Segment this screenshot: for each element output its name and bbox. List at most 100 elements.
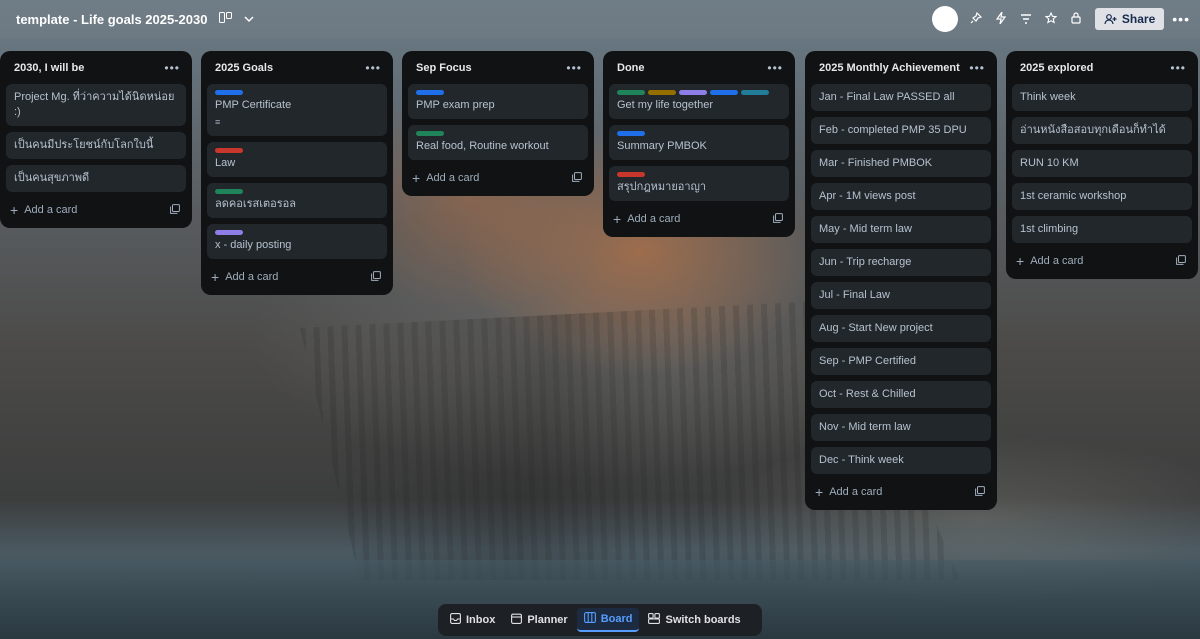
plus-icon: +	[815, 483, 824, 500]
card[interactable]: เป็นคนสุขภาพดี	[6, 165, 186, 192]
list-menu-icon[interactable]: •••	[365, 61, 381, 75]
card[interactable]: Summary PMBOK	[609, 125, 789, 160]
card-title: Feb - completed PMP 35 DPU	[819, 124, 967, 136]
list-header: 2025 Goals •••	[207, 51, 387, 84]
card[interactable]: Jul - Final Law	[811, 282, 991, 309]
list-header: Done •••	[609, 51, 789, 84]
list-menu-icon[interactable]: •••	[566, 61, 582, 75]
card[interactable]: Jan - Final Law PASSED all	[811, 84, 991, 111]
list-title[interactable]: Sep Focus	[416, 62, 472, 74]
card[interactable]: สรุปกฎหมายอาญา	[609, 166, 789, 201]
add-card-label: Add a card	[24, 204, 78, 216]
list-title[interactable]: 2025 explored	[1020, 62, 1093, 74]
add-card-button[interactable]: + Add a card	[815, 483, 882, 500]
card[interactable]: Dec - Think week	[811, 447, 991, 474]
card[interactable]: Think week	[1012, 84, 1192, 111]
card[interactable]: PMP exam prep	[408, 84, 588, 119]
card-template-icon[interactable]	[371, 270, 381, 284]
list-menu-icon[interactable]: •••	[767, 61, 783, 75]
card[interactable]: Get my life together	[609, 84, 789, 119]
card[interactable]: Aug - Start New project	[811, 315, 991, 342]
card[interactable]: Project Mg. ที่ว่าความได้นิดหน่อย :)	[6, 84, 186, 126]
list-title[interactable]: 2030, I will be	[14, 62, 84, 74]
add-card-button[interactable]: + Add a card	[412, 171, 479, 185]
nav-switch-boards[interactable]: Switch boards	[641, 609, 747, 631]
card[interactable]: May - Mid term law	[811, 216, 991, 243]
nav-board[interactable]: Board	[576, 608, 640, 632]
card-title: Real food, Routine workout	[416, 140, 549, 152]
card-template-icon[interactable]	[773, 212, 783, 226]
card[interactable]: ลดคอเรสเตอรอล	[207, 183, 387, 218]
list-menu-icon[interactable]: •••	[969, 61, 985, 75]
pin-icon[interactable]	[964, 11, 989, 27]
board-title[interactable]: template - Life goals 2025-2030	[16, 12, 207, 27]
list[interactable]: 2025 Monthly Achievement ••• Jan - Final L…	[805, 51, 997, 510]
inbox-icon	[450, 613, 461, 627]
chevron-down-icon[interactable]	[244, 12, 255, 26]
workspace-visibility-icon[interactable]	[219, 12, 233, 26]
card[interactable]: PMP Certificate ≡	[207, 84, 387, 136]
list-menu-icon[interactable]: •••	[164, 61, 180, 75]
add-card-row: + Add a card	[1012, 249, 1192, 273]
card-label	[215, 189, 243, 194]
more-icon[interactable]: •••	[1172, 11, 1190, 27]
card-labels	[617, 90, 781, 95]
card[interactable]: Law	[207, 142, 387, 177]
card[interactable]: อ่านหนังสือสอบทุกเดือนก็ทำได้	[1012, 117, 1192, 144]
card-title: ลดคอเรสเตอรอล	[215, 198, 296, 210]
list[interactable]: Done ••• Get my life together Summary PMBOK…	[603, 51, 795, 237]
card[interactable]: Apr - 1M views post	[811, 183, 991, 210]
plus-icon: +	[613, 210, 622, 227]
card[interactable]: x - daily posting	[207, 224, 387, 259]
card-template-icon[interactable]	[170, 203, 180, 217]
list[interactable]: 2030, I will be ••• Project Mg. ที่ว่าความ…	[0, 51, 192, 228]
lock-icon[interactable]	[1064, 11, 1089, 27]
add-card-label: Add a card	[225, 271, 279, 283]
list[interactable]: 2025 Goals ••• PMP Certificate ≡ Law ลดคอเรสเ…	[201, 51, 393, 295]
avatar[interactable]	[931, 6, 958, 32]
card-labels	[416, 131, 580, 136]
card-labels	[416, 90, 580, 95]
card-labels	[617, 131, 781, 136]
card-label	[617, 131, 645, 136]
card[interactable]: Mar - Finished PMBOK	[811, 150, 991, 177]
card-template-icon[interactable]	[1176, 254, 1186, 268]
add-card-button[interactable]: + Add a card	[613, 210, 681, 227]
card-label	[215, 90, 243, 95]
card[interactable]: เป็นคนมีประโยชน์กับโลกใบนี้	[6, 132, 186, 159]
lightning-icon[interactable]	[989, 11, 1014, 27]
card[interactable]: Sep - PMP Certified	[811, 348, 991, 375]
star-icon[interactable]	[1039, 11, 1064, 27]
list-menu-icon[interactable]: •••	[1170, 61, 1186, 75]
list-title[interactable]: 2025 Monthly Achievement	[819, 62, 960, 74]
share-button[interactable]: Share	[1094, 8, 1165, 30]
card-labels	[215, 230, 379, 235]
card-title: สรุปกฎหมายอาญา	[617, 181, 707, 193]
card-labels	[617, 172, 781, 177]
add-card-button[interactable]: + Add a card	[211, 270, 279, 284]
card[interactable]: Nov - Mid term law	[811, 414, 991, 441]
nav-inbox[interactable]: Inbox	[443, 609, 502, 631]
list-header: 2030, I will be •••	[6, 51, 186, 84]
card-template-icon[interactable]	[975, 485, 985, 499]
card[interactable]: 1st climbing	[1012, 216, 1192, 243]
list-title[interactable]: 2025 Goals	[215, 62, 273, 74]
nav-planner[interactable]: Planner	[504, 609, 574, 631]
add-card-button[interactable]: + Add a card	[10, 203, 78, 217]
card-template-icon[interactable]	[572, 171, 582, 185]
card[interactable]: Jun - Trip recharge	[811, 249, 991, 276]
list[interactable]: 2025 explored ••• Think week อ่านหนังสือสอบ…	[1006, 51, 1198, 279]
card-title: อ่านหนังสือสอบทุกเดือนก็ทำได้	[1020, 124, 1166, 136]
card[interactable]: Feb - completed PMP 35 DPU	[811, 117, 991, 144]
filter-icon[interactable]	[1014, 12, 1039, 27]
card[interactable]: Real food, Routine workout	[408, 125, 588, 160]
list-title[interactable]: Done	[617, 62, 645, 74]
card[interactable]: RUN 10 KM	[1012, 150, 1192, 177]
switch-boards-icon	[648, 613, 661, 627]
add-card-label: Add a card	[627, 213, 681, 225]
card[interactable]: Oct - Rest & Chilled	[811, 381, 991, 408]
card[interactable]: 1st ceramic workshop	[1012, 183, 1192, 210]
add-card-button[interactable]: + Add a card	[1016, 254, 1083, 268]
header-actions: Share •••	[931, 6, 1190, 32]
list[interactable]: Sep Focus ••• PMP exam prep Real food, Rout…	[402, 51, 594, 196]
